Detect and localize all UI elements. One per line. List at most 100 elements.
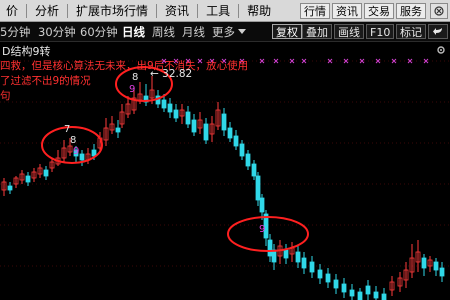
signal-marker xyxy=(301,58,307,64)
candle-down xyxy=(439,262,445,282)
signal-marker xyxy=(273,58,279,64)
candle-up xyxy=(209,116,215,142)
back-arrow-icon[interactable] xyxy=(428,24,448,39)
overlay-button[interactable]: 叠加 xyxy=(302,24,332,39)
menu-item-tools[interactable]: 工具 xyxy=(200,0,236,22)
indicator-note-line-1: 四救，但是核心算法无未来，出9后不消失，放心使用 xyxy=(0,60,249,72)
candle-down xyxy=(221,108,227,136)
candle-down xyxy=(203,118,209,144)
tab-monthly[interactable]: 月线 xyxy=(182,22,205,42)
candle-up xyxy=(13,176,19,188)
adjust-button[interactable]: 复权 xyxy=(272,24,302,39)
candle-up xyxy=(109,116,115,134)
menu-item-news[interactable]: 资讯 xyxy=(159,0,195,22)
candle-down xyxy=(341,278,347,298)
candle-down xyxy=(373,286,379,300)
candle-down xyxy=(295,246,301,268)
tab-60min[interactable]: 60分钟 xyxy=(80,22,118,42)
candle-up xyxy=(427,256,433,272)
candle-down xyxy=(365,280,371,300)
candle-up xyxy=(397,272,403,292)
menu-item-help[interactable]: 帮助 xyxy=(241,0,277,22)
candle-up xyxy=(103,118,109,146)
tab-30min[interactable]: 30分钟 xyxy=(38,22,76,42)
tab-weekly[interactable]: 周线 xyxy=(152,22,175,42)
menu-divider xyxy=(26,3,28,18)
count-label-8: 8 xyxy=(70,135,77,146)
candle-down xyxy=(43,166,49,180)
indicator-note-line-2: 了过滤不出9的情况 xyxy=(0,75,91,87)
candle-up xyxy=(389,276,395,296)
candle-down xyxy=(173,104,179,122)
menu-item-extended-market[interactable]: 扩展市场行情 xyxy=(70,0,154,22)
candle-down xyxy=(255,172,261,206)
candle-down xyxy=(227,122,233,142)
service-button[interactable]: 服务 xyxy=(396,3,426,19)
candle-down xyxy=(115,120,121,138)
candle-down xyxy=(333,274,339,294)
count-label-9: 9 xyxy=(259,224,266,235)
candle-down xyxy=(325,268,331,288)
f10-button[interactable]: F10 xyxy=(366,24,395,39)
menu-item-analysis[interactable]: 分析 xyxy=(29,0,65,22)
candle-up xyxy=(37,164,43,178)
candle-down xyxy=(381,288,387,300)
indicator-note-line-3: 句 xyxy=(0,90,11,102)
candle-down xyxy=(357,288,363,300)
candle-up xyxy=(409,244,415,278)
period-toolbar: 5分钟 30分钟 60分钟 日线 周线 月线 更多 复权 叠加 画线 F10 标… xyxy=(0,22,450,42)
candle-up xyxy=(289,242,295,262)
candle-down xyxy=(283,244,289,264)
count-label-8: 8 xyxy=(132,72,139,83)
high-price-label: ← 32.82 xyxy=(150,68,193,80)
candle-down xyxy=(301,252,307,274)
tab-more[interactable]: 更多 xyxy=(212,22,235,42)
indicator-title: D结构9转 xyxy=(2,45,51,58)
candle-up xyxy=(31,168,37,182)
candle-up xyxy=(55,150,61,166)
candle-up xyxy=(215,102,221,130)
candle-down xyxy=(433,258,439,276)
tab-5min[interactable]: 5分钟 xyxy=(0,22,30,42)
tab-daily[interactable]: 日线 xyxy=(122,22,145,42)
news-button[interactable]: 资讯 xyxy=(332,3,362,19)
gear-icon[interactable] xyxy=(436,45,446,55)
candle-up xyxy=(19,170,25,184)
count-label-9: 9 xyxy=(73,146,80,157)
candle-down xyxy=(25,172,31,186)
menu-divider xyxy=(197,3,199,18)
candle-down xyxy=(421,254,427,276)
candle-up xyxy=(119,104,125,128)
candle-down xyxy=(267,234,273,262)
candle-down xyxy=(191,114,197,136)
candle-down xyxy=(251,160,257,180)
candle-down xyxy=(167,98,173,118)
candle-up xyxy=(197,112,203,134)
menu-item-price[interactable]: 价 xyxy=(0,0,24,22)
quotes-button[interactable]: 行情 xyxy=(300,3,330,19)
candle-down xyxy=(79,150,85,166)
close-icon[interactable] xyxy=(430,3,448,19)
candle-down xyxy=(349,284,355,300)
candle-down xyxy=(233,130,239,150)
candle-down xyxy=(245,150,251,170)
candle-up xyxy=(1,178,7,196)
menu-divider xyxy=(156,3,158,18)
menu-divider xyxy=(67,3,69,18)
menu-bar: 价 分析 扩展市场行情 资讯 工具 帮助 行情 资讯 交易 服务 xyxy=(0,0,450,22)
candle-up xyxy=(179,104,185,124)
candle-down xyxy=(317,264,323,284)
count-label-9: 9 xyxy=(129,84,136,95)
mark-button[interactable]: 标记 xyxy=(396,24,426,39)
candlesticks xyxy=(1,76,445,300)
candle-up xyxy=(277,240,283,264)
candle-down xyxy=(309,256,315,278)
chevron-down-icon[interactable] xyxy=(238,29,246,34)
signal-marker xyxy=(289,58,295,64)
candle-down xyxy=(143,84,149,106)
count-label-7: 7 xyxy=(64,124,71,135)
candle-up xyxy=(61,140,67,162)
candle-down xyxy=(185,106,191,128)
draw-line-button[interactable]: 画线 xyxy=(334,24,364,39)
trade-button[interactable]: 交易 xyxy=(364,3,394,19)
